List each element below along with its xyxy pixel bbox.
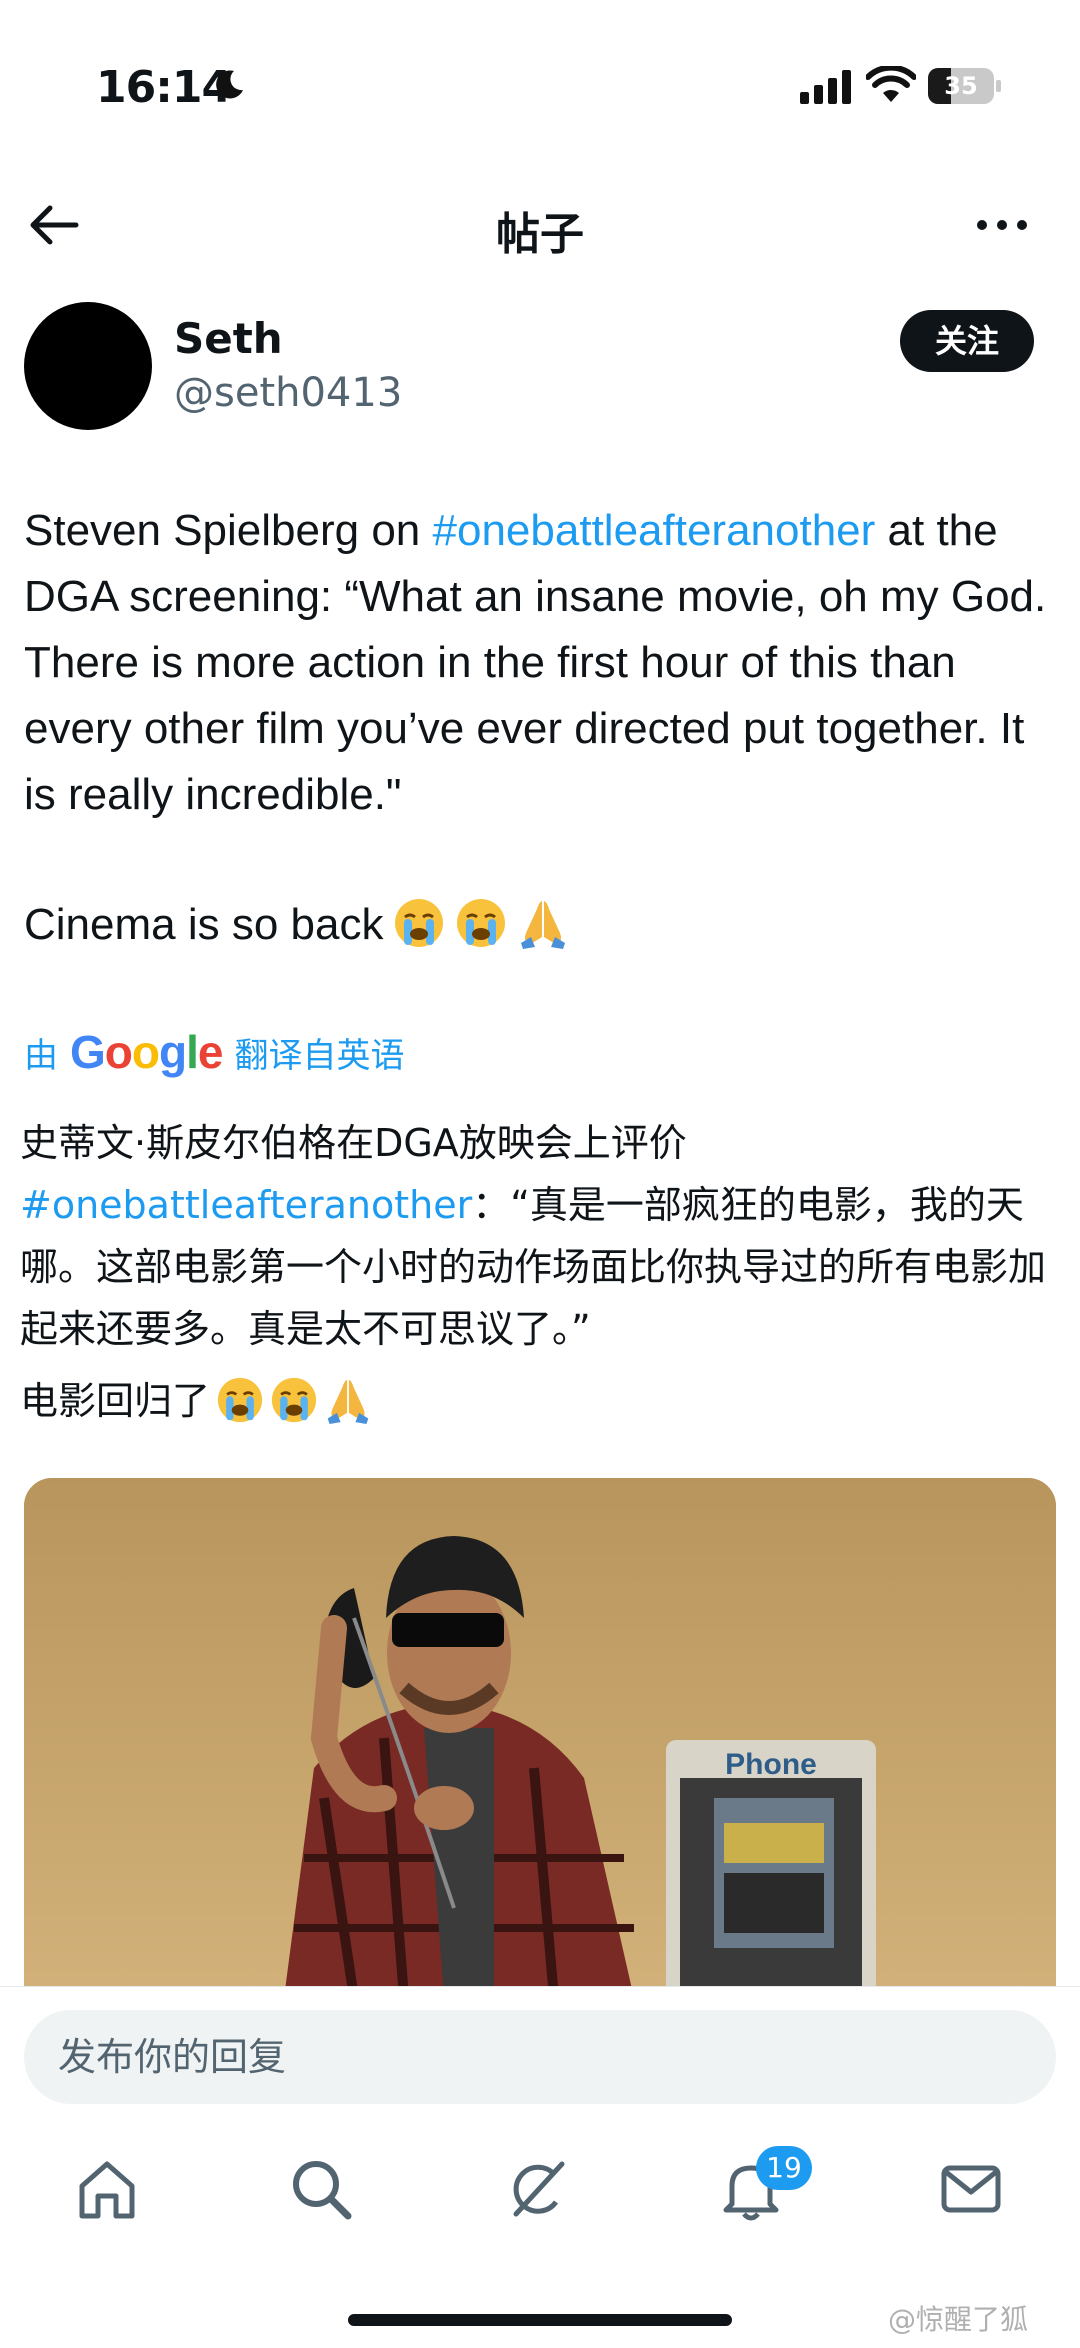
search-icon bbox=[293, 2161, 352, 2220]
nav-home[interactable] bbox=[72, 2154, 142, 2224]
grok-icon bbox=[513, 2161, 565, 2217]
reply-input[interactable] bbox=[24, 2010, 1056, 2104]
nav-grok[interactable] bbox=[502, 2154, 572, 2224]
avatar[interactable] bbox=[24, 302, 152, 430]
tweet-text-part: Steven Spielberg on bbox=[24, 506, 433, 555]
translated-by-google[interactable]: 由 Google 翻译自英语 bbox=[24, 1022, 404, 1082]
translate-prefix: 由 bbox=[24, 1035, 58, 1076]
home-indicator[interactable] bbox=[348, 2314, 732, 2326]
home-icon bbox=[79, 2161, 135, 2219]
author-handle[interactable]: @seth0413 bbox=[174, 370, 402, 416]
author-name[interactable]: Seth bbox=[174, 314, 283, 363]
translated-paragraph: 电影回归了 bbox=[20, 1370, 1066, 1432]
nav-search[interactable] bbox=[286, 2154, 356, 2224]
tweet-paragraph: Cinema is so back bbox=[24, 892, 1064, 958]
tweet-text: Steven Spielberg on #onebattleafteranoth… bbox=[24, 498, 1064, 958]
hashtag-link[interactable]: #onebattleafteranother bbox=[433, 506, 876, 555]
folded-hands-icon bbox=[517, 897, 569, 949]
loudly-crying-face-icon bbox=[270, 1376, 318, 1424]
moon-icon bbox=[216, 70, 243, 99]
page-title: 帖子 bbox=[496, 209, 584, 260]
battery-level: 35 bbox=[944, 72, 978, 100]
hashtag-link[interactable]: #onebattleafteranother bbox=[20, 1183, 472, 1227]
header: 帖子 bbox=[0, 180, 1080, 270]
wifi-icon bbox=[866, 66, 916, 102]
translated-line2: 电影回归了 bbox=[20, 1379, 211, 1423]
status-bar: 16:14 35 bbox=[0, 0, 1080, 170]
translate-suffix: 翻译自英语 bbox=[234, 1035, 405, 1076]
translated-text: 史蒂文·斯皮尔伯格在DGA放映会上评价 #onebattleafteranothe… bbox=[20, 1112, 1066, 1432]
messages-icon bbox=[941, 2165, 1001, 2213]
google-logo: Google bbox=[70, 1026, 223, 1078]
translated-text-part: 史蒂文·斯皮尔伯格在DGA放映会上评价 bbox=[20, 1121, 687, 1165]
signal-icon bbox=[800, 70, 851, 104]
battery-icon: 35 bbox=[928, 68, 1002, 104]
media-illustration: Phone bbox=[24, 1478, 1056, 1998]
watermark: @惊醒了狐 bbox=[888, 2303, 1029, 2336]
phone-sign-text: Phone bbox=[725, 1748, 817, 1781]
more-horizontal-icon bbox=[977, 220, 1027, 230]
loudly-crying-face-icon bbox=[216, 1376, 264, 1424]
nav-messages[interactable] bbox=[936, 2154, 1006, 2224]
loudly-crying-face-icon bbox=[393, 897, 445, 949]
tweet-line2: Cinema is so back bbox=[24, 900, 384, 949]
tweet-paragraph: Steven Spielberg on #onebattleafteranoth… bbox=[24, 498, 1064, 828]
notification-badge: 19 bbox=[756, 2146, 812, 2190]
translated-paragraph: 史蒂文·斯皮尔伯格在DGA放映会上评价 #onebattleafteranothe… bbox=[20, 1112, 1066, 1360]
folded-hands-icon bbox=[324, 1376, 372, 1424]
loudly-crying-face-icon bbox=[455, 897, 507, 949]
tweet-media-image[interactable]: Phone bbox=[24, 1478, 1056, 1998]
more-button[interactable] bbox=[970, 198, 1034, 252]
status-time: 16:14 bbox=[96, 62, 232, 113]
follow-button[interactable]: 关注 bbox=[900, 310, 1034, 372]
